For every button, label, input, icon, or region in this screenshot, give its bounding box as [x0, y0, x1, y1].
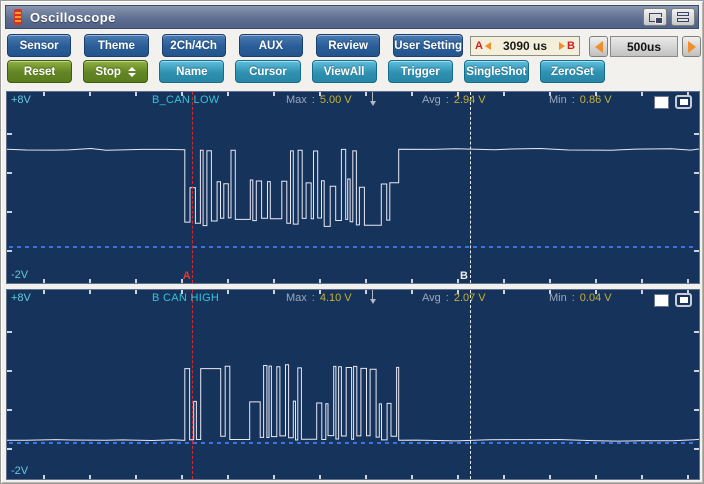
singleshot-button[interactable]: SingleShot — [464, 60, 529, 83]
layout-button[interactable] — [671, 8, 695, 26]
max-stat: Max:4.10 V — [286, 292, 352, 304]
window-title: Oscilloscope — [30, 10, 116, 25]
cursor-b-tag: B — [567, 40, 575, 52]
cursor-b-line[interactable] — [470, 92, 471, 283]
top-voltage-label: +8V — [11, 292, 31, 304]
left-triangle-icon — [485, 42, 491, 50]
max-stat: Max:5.00 V — [286, 94, 352, 106]
titlebar-buttons — [643, 8, 698, 26]
cursor-a-line[interactable] — [192, 290, 193, 479]
cursor-b-line[interactable] — [470, 290, 471, 479]
reset-button[interactable]: Reset — [7, 60, 72, 83]
ruler-ticks — [694, 92, 699, 283]
stop-button-label: Stop — [95, 66, 121, 78]
window-export-icon — [649, 13, 662, 22]
timebase-prev-button[interactable] — [589, 36, 608, 57]
min-stat: Min:0.04 V — [549, 292, 612, 304]
cursor-a-tag: A — [475, 40, 483, 52]
cursor-a-line[interactable] — [192, 92, 193, 283]
channel-name: B_CAN LOW — [152, 94, 220, 106]
avg-stat: Avg:2.94 V — [422, 94, 486, 106]
ruler-ticks — [7, 475, 699, 479]
name-button[interactable]: Name — [159, 60, 224, 83]
channel-name: B CAN HIGH — [152, 292, 219, 304]
channel-visible-checkbox[interactable] — [654, 294, 669, 307]
channel-style-button[interactable] — [675, 293, 692, 307]
capture-button[interactable] — [643, 8, 667, 26]
channel-visible-checkbox[interactable] — [654, 96, 669, 109]
titlebar: Oscilloscope — [5, 5, 699, 29]
stop-button[interactable]: Stop — [83, 60, 148, 83]
channel-2-plot: +8V B CAN HIGH Max:4.10 V Avg:2.07 V Min… — [6, 289, 700, 480]
zero-volt-gridline — [9, 442, 697, 444]
channel-mode-button[interactable]: 2Ch/4Ch — [162, 34, 226, 57]
zeroset-button[interactable]: ZeroSet — [540, 60, 605, 83]
ab-time-value: 3090 us — [503, 39, 547, 53]
ruler-ticks — [7, 92, 12, 283]
toolbar-row-1: Sensor Theme 2Ch/4Ch AUX Review User Set… — [7, 34, 463, 57]
ab-cursor-time-readout: A 3090 us B — [470, 36, 580, 56]
top-voltage-label: +8V — [11, 94, 31, 106]
cursor-a-label: A — [183, 270, 191, 282]
channel-style-button[interactable] — [675, 95, 692, 109]
sensor-button[interactable]: Sensor — [7, 34, 71, 57]
toolbar-row-2: Reset Stop Name Cursor ViewAll Trigger S… — [7, 60, 605, 83]
channel-1-waveform — [7, 92, 699, 283]
channel-1-plot: +8V B_CAN LOW Max:5.00 V Avg:2.94 V Min:… — [6, 91, 700, 284]
trigger-button[interactable]: Trigger — [388, 60, 453, 83]
left-triangle-icon — [595, 41, 603, 53]
ruler-ticks — [7, 290, 12, 479]
square-icon — [680, 99, 688, 105]
split-horizontal-icon — [677, 12, 689, 22]
theme-button[interactable]: Theme — [84, 34, 148, 57]
viewall-button[interactable]: ViewAll — [312, 60, 377, 83]
min-stat: Min:0.86 V — [549, 94, 612, 106]
up-down-spinner-icon — [128, 67, 136, 77]
zero-volt-gridline — [9, 246, 697, 248]
cursor-b-label: B — [460, 270, 468, 282]
avg-stat: Avg:2.07 V — [422, 292, 486, 304]
review-button[interactable]: Review — [316, 34, 380, 57]
right-triangle-icon — [559, 42, 565, 50]
bottom-voltage-label: -2V — [11, 465, 28, 477]
channel-2-waveform — [7, 290, 699, 479]
oscilloscope-window: Oscilloscope Sensor Theme 2Ch/4Ch AUX Re… — [0, 0, 704, 484]
ruler-ticks — [7, 279, 699, 283]
timebase-next-button[interactable] — [682, 36, 701, 57]
trigger-marker-icon — [372, 92, 373, 101]
square-icon — [680, 297, 688, 303]
user-setting-button[interactable]: User Setting — [393, 34, 463, 57]
cursor-button[interactable]: Cursor — [235, 60, 300, 83]
trigger-marker-icon — [372, 290, 373, 299]
timebase-display: 500us — [610, 36, 678, 57]
waveform-app-icon — [14, 9, 22, 25]
right-triangle-icon — [688, 41, 696, 53]
bottom-voltage-label: -2V — [11, 269, 28, 281]
aux-button[interactable]: AUX — [239, 34, 303, 57]
ruler-ticks — [694, 290, 699, 479]
